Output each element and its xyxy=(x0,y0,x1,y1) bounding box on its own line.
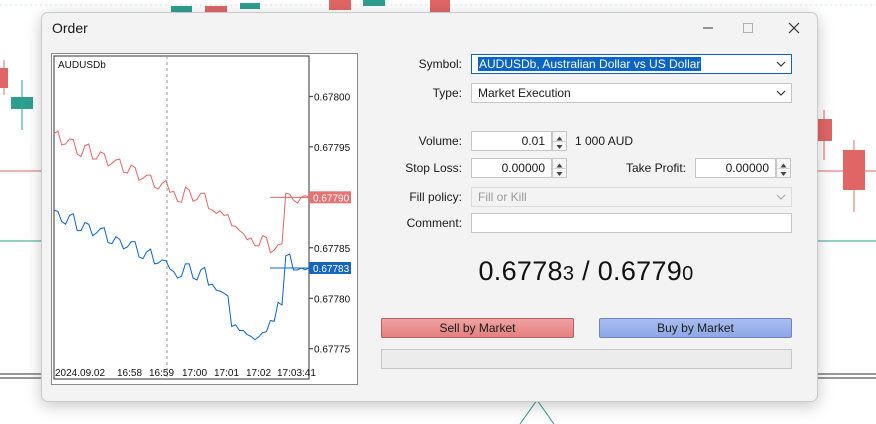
time-tick-label: 17:01 xyxy=(214,368,239,379)
volume-unit: 1 000 AUD xyxy=(575,134,634,148)
time-tick-label: 16:59 xyxy=(149,368,174,379)
volume-input[interactable]: 0.01 xyxy=(471,131,552,151)
bid-price: 0.6778 xyxy=(478,256,563,286)
ask-price-tag-label: 0.67790 xyxy=(313,193,350,204)
fill-policy-label: Fill policy: xyxy=(409,190,462,204)
order-progress-bar xyxy=(381,349,792,369)
close-icon[interactable] xyxy=(784,19,804,37)
chevron-down-icon xyxy=(776,90,786,96)
tick-chart: AUDUSDb 0.67800 0.67795 0.67785 0.67780 0.67… xyxy=(51,53,358,385)
stop-loss-stepper[interactable] xyxy=(552,158,567,178)
comment-input[interactable] xyxy=(471,213,792,233)
take-profit-label: Take Profit: xyxy=(625,161,686,175)
quote-separator: / xyxy=(582,256,590,286)
volume-stepper[interactable] xyxy=(552,131,567,151)
sell-by-market-button[interactable]: Sell by Market xyxy=(381,318,574,338)
price-tick-label: 0.67800 xyxy=(314,92,351,103)
fill-policy-value: Fill or Kill xyxy=(478,190,527,204)
type-label: Type: xyxy=(432,86,462,100)
stop-loss-input[interactable]: 0.00000 xyxy=(471,158,552,178)
maximize-icon[interactable] xyxy=(738,19,758,37)
chevron-down-icon xyxy=(776,61,786,67)
time-tick-label: 16:58 xyxy=(117,368,142,379)
take-profit-stepper[interactable] xyxy=(776,158,791,178)
price-tick-label: 0.67785 xyxy=(314,244,351,255)
arrow-down-icon[interactable] xyxy=(553,168,566,177)
arrow-down-icon[interactable] xyxy=(777,168,790,177)
type-value: Market Execution xyxy=(478,86,571,100)
symbol-select[interactable]: AUDUSDb, Australian Dollar vs US Dollar xyxy=(471,54,792,74)
symbol-label: Symbol: xyxy=(418,57,462,71)
price-tick-label: 0.67775 xyxy=(314,345,351,356)
window-title: Order xyxy=(52,20,88,36)
type-select[interactable]: Market Execution xyxy=(471,83,792,103)
arrow-down-icon[interactable] xyxy=(553,141,566,150)
price-tick-label: 0.67795 xyxy=(314,143,351,154)
price-tick-label: 0.67780 xyxy=(314,294,351,305)
time-tick-label: 2024.09.02 xyxy=(55,368,105,379)
order-dialog: Order AUDUSDb 0.67800 0.67795 0.67785 0.677… xyxy=(41,12,818,402)
comment-label: Comment: xyxy=(406,216,462,230)
ask-price-pip: 0 xyxy=(682,263,694,285)
time-tick-label: 17:02 xyxy=(246,368,271,379)
time-tick-label: 17:00 xyxy=(182,368,207,379)
bid-price-pip: 3 xyxy=(562,263,575,285)
minimize-icon[interactable] xyxy=(698,19,718,37)
title-bar: Order xyxy=(42,13,817,43)
chart-symbol-label: AUDUSDb xyxy=(58,60,106,71)
fill-policy-select[interactable]: Fill or Kill xyxy=(471,187,792,207)
price-quote: 0.67783 / 0.67790 xyxy=(381,256,791,287)
volume-label: Volume: xyxy=(418,134,462,148)
take-profit-input[interactable]: 0.00000 xyxy=(695,158,776,178)
chevron-down-icon xyxy=(776,194,786,200)
bid-price-tag-label: 0.67783 xyxy=(313,264,350,275)
buy-by-market-button[interactable]: Buy by Market xyxy=(599,318,792,338)
stop-loss-label: Stop Loss: xyxy=(405,161,462,175)
tick-chart-svg: AUDUSDb 0.67800 0.67795 0.67785 0.67780 0.67… xyxy=(53,55,351,380)
ask-price: 0.6779 xyxy=(597,256,683,286)
time-tick-label: 17:03:41 xyxy=(277,368,316,379)
symbol-value: AUDUSDb, Australian Dollar vs US Dollar xyxy=(478,57,702,71)
